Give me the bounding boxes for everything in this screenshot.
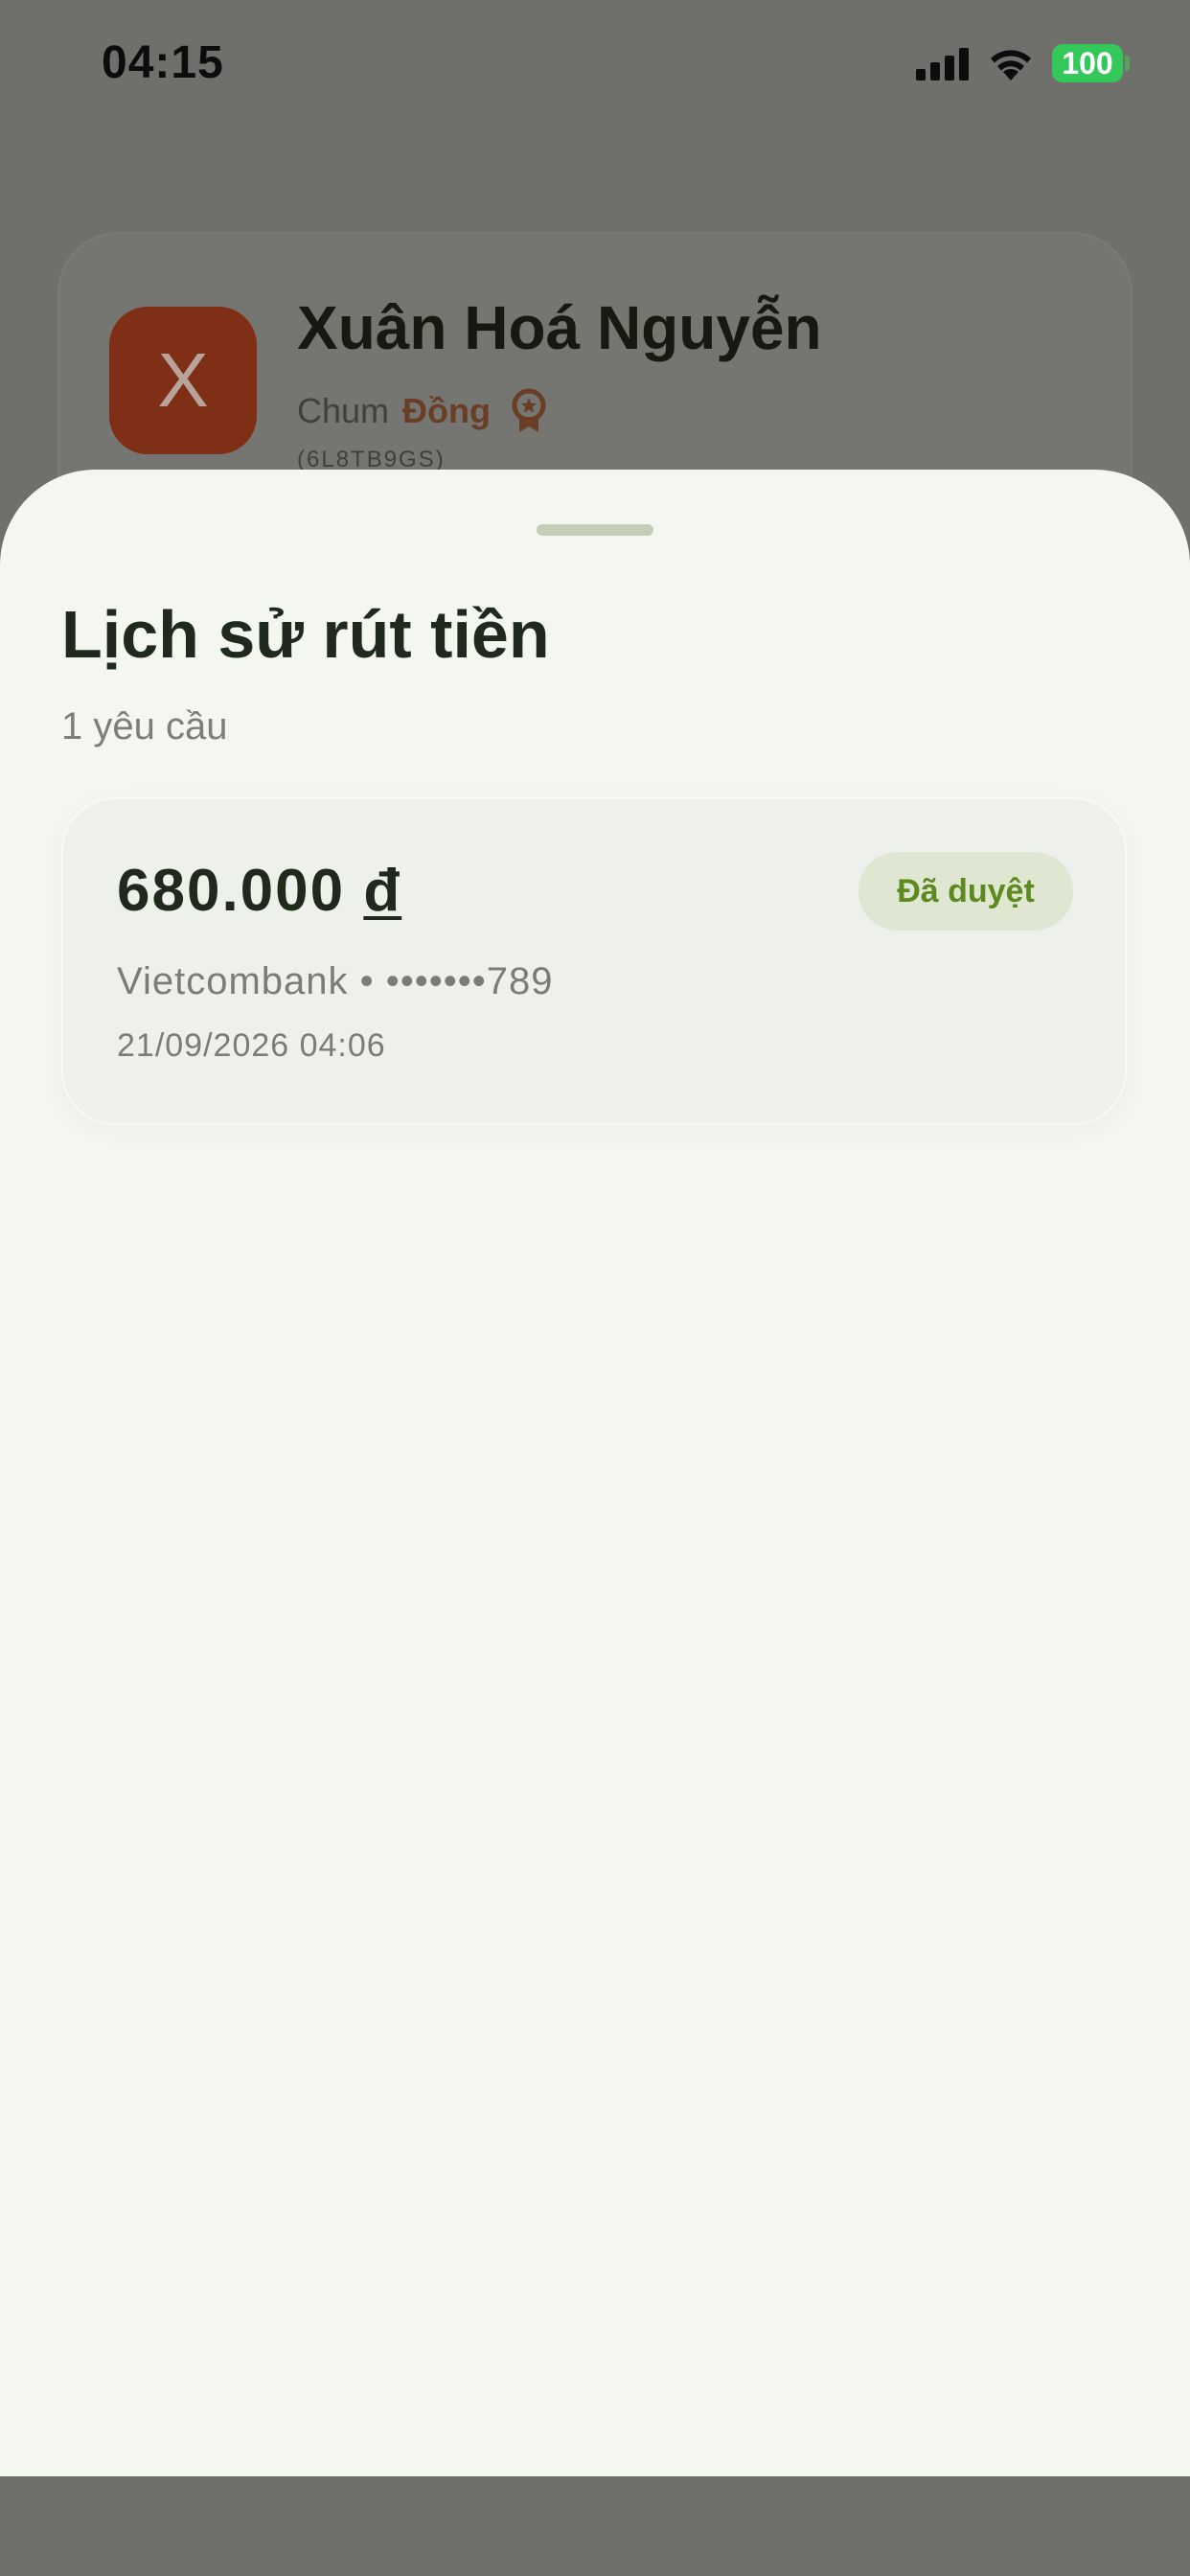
battery-cap [1125,56,1130,71]
avatar: X [109,307,257,454]
currency-symbol: đ [363,858,402,924]
wifi-icon [991,50,1031,80]
status-badge: Đã duyệt [858,852,1073,931]
profile-name: Xuân Hoá Nguyễn [297,293,822,362]
tier-name: Đồng [402,391,491,430]
bank-account: Vietcombank • •••••••789 [117,960,554,1002]
tier-prefix: Chum [297,391,390,430]
withdrawal-amount: 680.000 đ [117,857,401,925]
withdrawal-datetime: 21/09/2026 04:06 [117,1027,386,1064]
withdrawal-history-sheet [0,470,1190,2476]
profile-tier: Chum Đồng [297,387,548,435]
request-count: 1 yêu cầu [61,705,228,748]
bottom-backdrop [0,2476,1190,2576]
status-time: 04:15 [102,37,224,88]
signal-icon [916,48,969,80]
status-bar: 04:15 100 [0,0,1190,134]
sheet-title: Lịch sử rút tiền [61,597,550,672]
sheet-grabber[interactable] [537,524,653,536]
amount-value: 680.000 [117,858,346,924]
battery-icon: 100 [1052,44,1123,82]
medal-icon [512,388,546,432]
